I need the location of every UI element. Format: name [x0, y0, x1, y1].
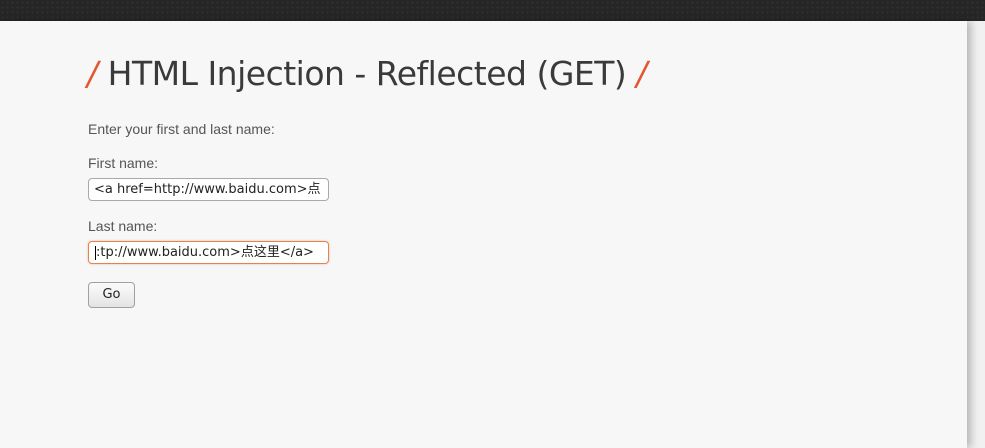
last-name-label: Last name:	[88, 218, 158, 234]
title-text: HTML Injection - Reflected (GET)	[107, 54, 627, 93]
title-slash-right: /	[636, 54, 647, 93]
first-name-input[interactable]: <a href=http://www.baidu.com>点	[88, 178, 329, 201]
go-button[interactable]: Go	[88, 282, 135, 308]
first-name-value: <a href=http://www.baidu.com>点	[94, 182, 321, 197]
right-gutter	[967, 21, 985, 448]
last-name-value: :tp://www.baidu.com>点这里</a>	[96, 245, 314, 260]
last-name-input[interactable]: :tp://www.baidu.com>点这里</a>	[88, 241, 329, 264]
form-intro-text: Enter your first and last name:	[88, 121, 275, 137]
page-title: / HTML Injection - Reflected (GET) /	[87, 52, 647, 96]
title-slash-left: /	[87, 54, 98, 93]
top-bar	[0, 0, 985, 21]
first-name-label: First name:	[88, 155, 159, 171]
